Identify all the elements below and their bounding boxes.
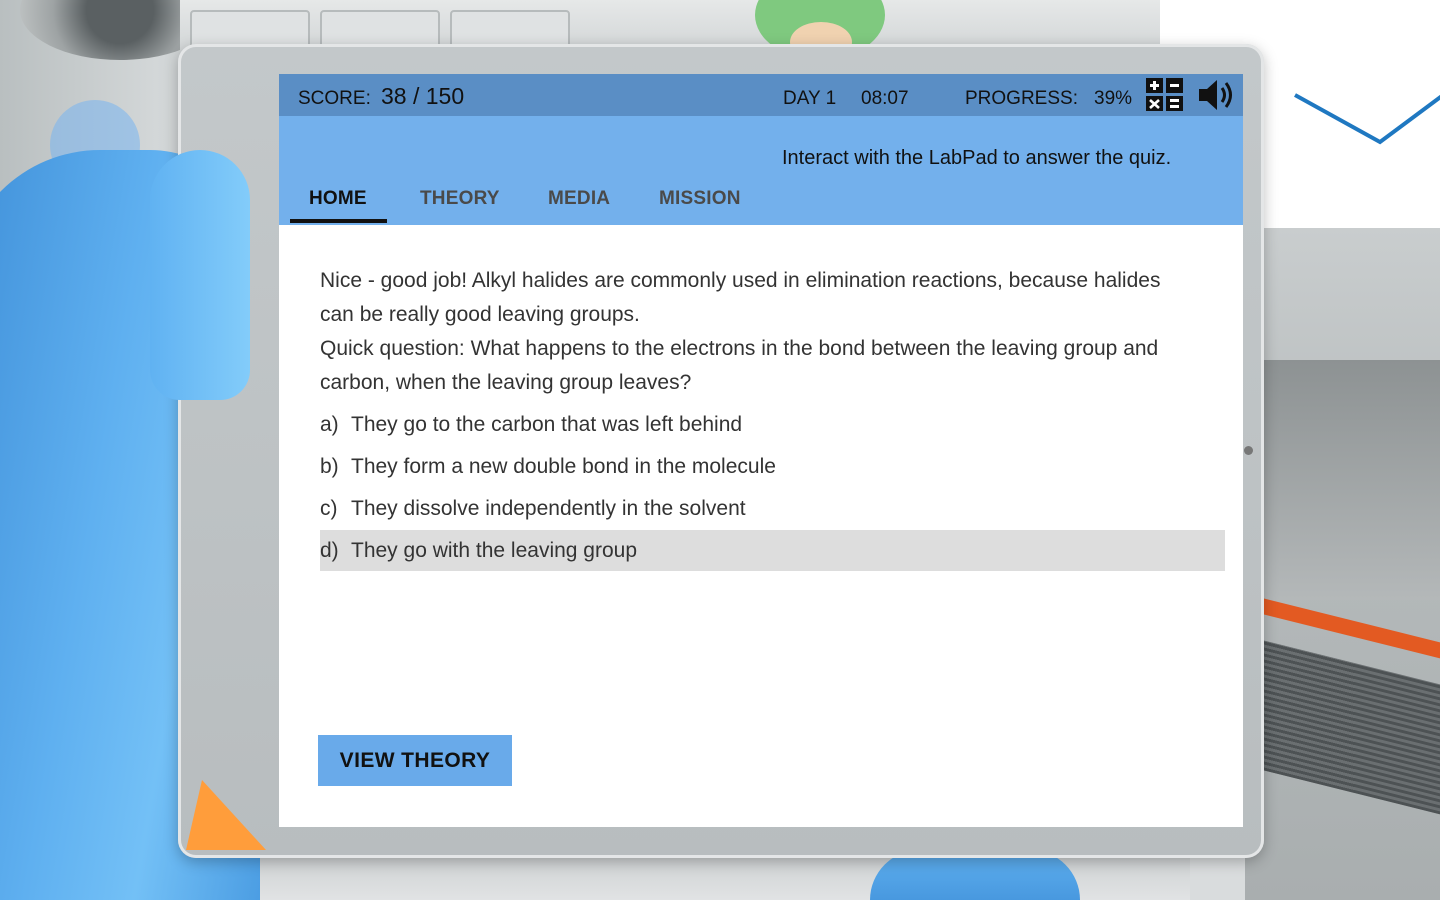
progress-value: 39% [1094, 88, 1133, 109]
active-tab-indicator [290, 219, 387, 223]
nav-header: HOME THEORY MEDIA MISSION Interact with … [279, 116, 1243, 225]
tab-mission[interactable]: MISSION [659, 188, 741, 210]
view-theory-button[interactable]: VIEW THEORY [318, 735, 512, 786]
answer-option-a[interactable]: a) They go to the carbon that was left b… [320, 404, 1225, 445]
answer-option-c[interactable]: c) They dissolve independently in the so… [320, 488, 1225, 529]
labpad-screen: SCORE: 38 / 150 DAY 1 08:07 PROGRESS: 39… [279, 74, 1243, 827]
chevron-down-icon[interactable] [1290, 60, 1440, 150]
score-label: SCORE: [298, 88, 371, 109]
time-value: 08:07 [861, 88, 909, 109]
option-letter: d) [320, 539, 339, 562]
answer-options: a) They go to the carbon that was left b… [320, 404, 1225, 572]
tab-media[interactable]: MEDIA [548, 188, 610, 210]
progress-label: PROGRESS: [965, 88, 1078, 109]
instruction-text: Interact with the LabPad to answer the q… [782, 147, 1172, 169]
option-text: They go with the leaving group [351, 539, 638, 562]
lab-counter-inner [1262, 360, 1440, 600]
score-value: 38 / 150 [381, 83, 465, 109]
sound-icon[interactable] [1197, 77, 1239, 113]
feedback-text: Nice - good job! Alkyl halides are commo… [320, 269, 1161, 326]
option-text: They go to the carbon that was left behi… [351, 413, 743, 436]
question-text: Quick question: What happens to the elec… [320, 337, 1159, 394]
tab-home[interactable]: HOME [309, 188, 367, 210]
option-text: They form a new double bond in the molec… [351, 455, 776, 478]
status-bar: SCORE: 38 / 150 DAY 1 08:07 PROGRESS: 39… [279, 74, 1243, 116]
option-letter: c) [320, 497, 338, 520]
tablet-button [1244, 446, 1253, 455]
answer-option-d[interactable]: d) They go with the leaving group [320, 530, 1225, 571]
option-letter: b) [320, 455, 339, 478]
calculator-icon[interactable] [1145, 77, 1185, 113]
left-glove-thumb [150, 150, 250, 400]
tab-theory[interactable]: THEORY [420, 188, 500, 210]
answer-option-b[interactable]: b) They form a new double bond in the mo… [320, 446, 1225, 487]
option-letter: a) [320, 413, 339, 436]
day-label: DAY 1 [783, 88, 837, 109]
option-text: They dissolve independently in the solve… [351, 497, 746, 520]
quiz-content: Nice - good job! Alkyl halides are commo… [320, 264, 1200, 400]
